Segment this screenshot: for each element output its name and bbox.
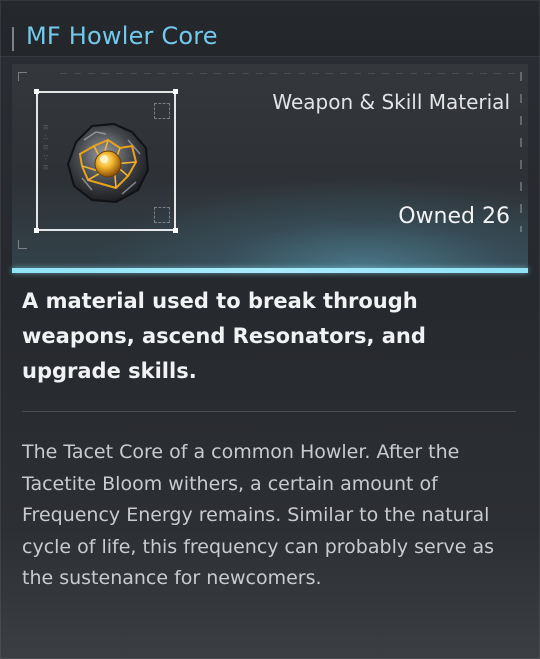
item-title: MF Howler Core: [26, 22, 218, 50]
title-bar: MF Howler Core: [0, 0, 540, 57]
frame-corner: [34, 89, 39, 94]
corner-mark: [18, 72, 27, 81]
accent-divider: [12, 268, 528, 273]
item-usage-description: A material used to break through weapons…: [22, 289, 426, 383]
decorative-tick-marks: [520, 72, 522, 232]
title-accent-bar: [12, 27, 14, 51]
howler-core-icon: [66, 122, 150, 204]
frame-corner: [173, 228, 178, 233]
frame-rune-decoration: ≡ ∴ ≡ ∵ ≡: [43, 123, 49, 173]
decorative-dotted-line: [60, 73, 520, 74]
item-lore-description: The Tacet Core of a common Howler. After…: [22, 441, 495, 589]
item-type-label: Weapon & Skill Material: [272, 90, 510, 114]
frame-glyph-icon: [154, 103, 170, 119]
section-divider: [22, 411, 516, 412]
frame-corner: [34, 228, 39, 233]
corner-mark: [18, 240, 27, 249]
frame-glyph-icon: [154, 207, 170, 223]
owned-count-label: Owned 26: [398, 204, 510, 229]
item-detail-card: MF Howler Core ≡ ∴ ≡ ∵ ≡ Weapon & Skill …: [0, 0, 540, 659]
frame-corner: [173, 89, 178, 94]
